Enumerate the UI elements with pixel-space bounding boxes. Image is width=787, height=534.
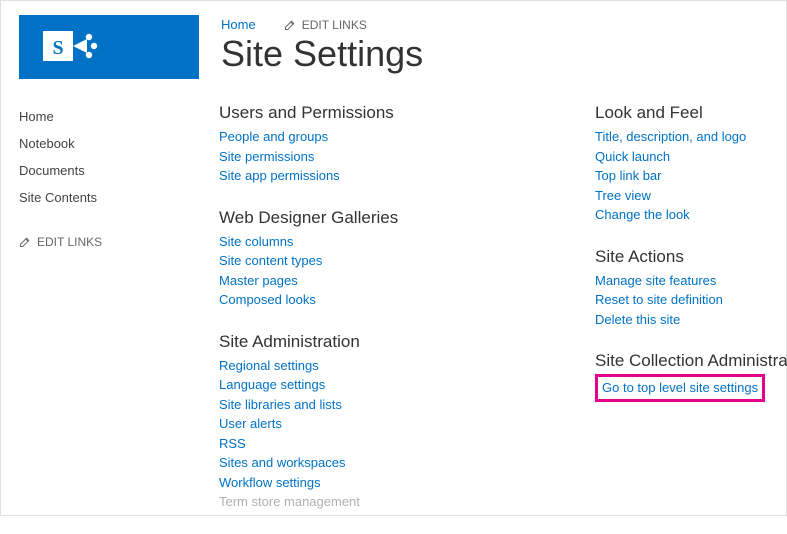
settings-group-look-and-feel: Look and Feel Title, description, and log… xyxy=(595,103,787,225)
group-heading: Users and Permissions xyxy=(219,103,539,123)
svg-text:S: S xyxy=(52,37,63,59)
sidebar-item-documents[interactable]: Documents xyxy=(19,157,219,184)
settings-link-site-content-types[interactable]: Site content types xyxy=(219,251,539,271)
highlighted-link: Go to top level site settings xyxy=(595,374,765,402)
top-edit-links[interactable]: EDIT LINKS xyxy=(284,18,367,32)
settings-column-1: Look and Feel Title, description, and log… xyxy=(595,103,787,534)
settings-link-site-columns[interactable]: Site columns xyxy=(219,232,539,252)
settings-main: Users and PermissionsPeople and groupsSi… xyxy=(219,103,787,534)
group-heading: Site Administration xyxy=(219,332,539,352)
settings-link-language-settings[interactable]: Language settings xyxy=(219,375,539,395)
settings-link-regional-settings[interactable]: Regional settings xyxy=(219,356,539,376)
group-heading: Web Designer Galleries xyxy=(219,208,539,228)
sidebar-item-site-contents[interactable]: Site Contents xyxy=(19,184,219,211)
sharepoint-logo-icon: S xyxy=(43,27,99,67)
settings-group-users-and-permissions: Users and PermissionsPeople and groupsSi… xyxy=(219,103,539,186)
breadcrumb-home-link[interactable]: Home xyxy=(221,17,256,32)
pencil-icon xyxy=(284,19,296,31)
settings-group-web-designer-galleries: Web Designer Galleries Site columnsSite c… xyxy=(219,208,539,310)
settings-group-site-administration: Site Administration Regional settingsLang… xyxy=(219,332,539,512)
group-heading: Look and Feel xyxy=(595,103,787,123)
group-heading: Site Actions xyxy=(595,247,787,267)
settings-link-composed-looks[interactable]: Composed looks xyxy=(219,290,539,310)
settings-link-quick-launch[interactable]: Quick launch xyxy=(595,147,787,167)
page-title: Site Settings xyxy=(221,34,423,74)
sharepoint-logo-tile[interactable]: S xyxy=(19,15,199,79)
settings-link-delete-this-site[interactable]: Delete this site xyxy=(595,310,787,330)
settings-link-term-store-management: Term store management xyxy=(219,492,539,512)
sidebar-item-home[interactable]: Home xyxy=(19,103,219,130)
settings-link-top-link-bar[interactable]: Top link bar xyxy=(595,166,787,186)
settings-link-go-to-top-level-site-settings[interactable]: Go to top level site settings xyxy=(602,378,758,398)
sidebar-edit-links-label: EDIT LINKS xyxy=(37,235,102,249)
sidebar-edit-links[interactable]: EDIT LINKS xyxy=(19,235,219,249)
pencil-icon xyxy=(19,236,31,248)
settings-group-site-actions: Site Actions Manage site featuresReset to… xyxy=(595,247,787,330)
settings-link-master-pages[interactable]: Master pages xyxy=(219,271,539,291)
breadcrumb: Home EDIT LINKS xyxy=(221,17,423,32)
settings-link-site-app-permissions[interactable]: Site app permissions xyxy=(219,166,539,186)
settings-link-manage-site-features[interactable]: Manage site features xyxy=(595,271,787,291)
sidebar-item-notebook[interactable]: Notebook xyxy=(19,130,219,157)
settings-link-workflow-settings[interactable]: Workflow settings xyxy=(219,473,539,493)
settings-link-rss[interactable]: RSS xyxy=(219,434,539,454)
settings-link-sites-and-workspaces[interactable]: Sites and workspaces xyxy=(219,453,539,473)
settings-link-user-alerts[interactable]: User alerts xyxy=(219,414,539,434)
group-heading: Site Collection Administration xyxy=(595,351,787,371)
settings-link-site-libraries-and-lists[interactable]: Site libraries and lists xyxy=(219,395,539,415)
quick-launch-sidebar: HomeNotebookDocumentsSite Contents EDIT … xyxy=(19,103,219,534)
settings-link-tree-view[interactable]: Tree view xyxy=(595,186,787,206)
settings-link-site-permissions[interactable]: Site permissions xyxy=(219,147,539,167)
settings-link-reset-to-site-definition[interactable]: Reset to site definition xyxy=(595,290,787,310)
settings-link-change-the-look[interactable]: Change the look xyxy=(595,205,787,225)
settings-column-0: Users and PermissionsPeople and groupsSi… xyxy=(219,103,539,534)
settings-link-title-description-and-logo[interactable]: Title, description, and logo xyxy=(595,127,787,147)
settings-link-people-and-groups[interactable]: People and groups xyxy=(219,127,539,147)
edit-links-label: EDIT LINKS xyxy=(302,18,367,32)
settings-group-site-collection-administration: Site Collection Administration Go to top … xyxy=(595,351,787,402)
